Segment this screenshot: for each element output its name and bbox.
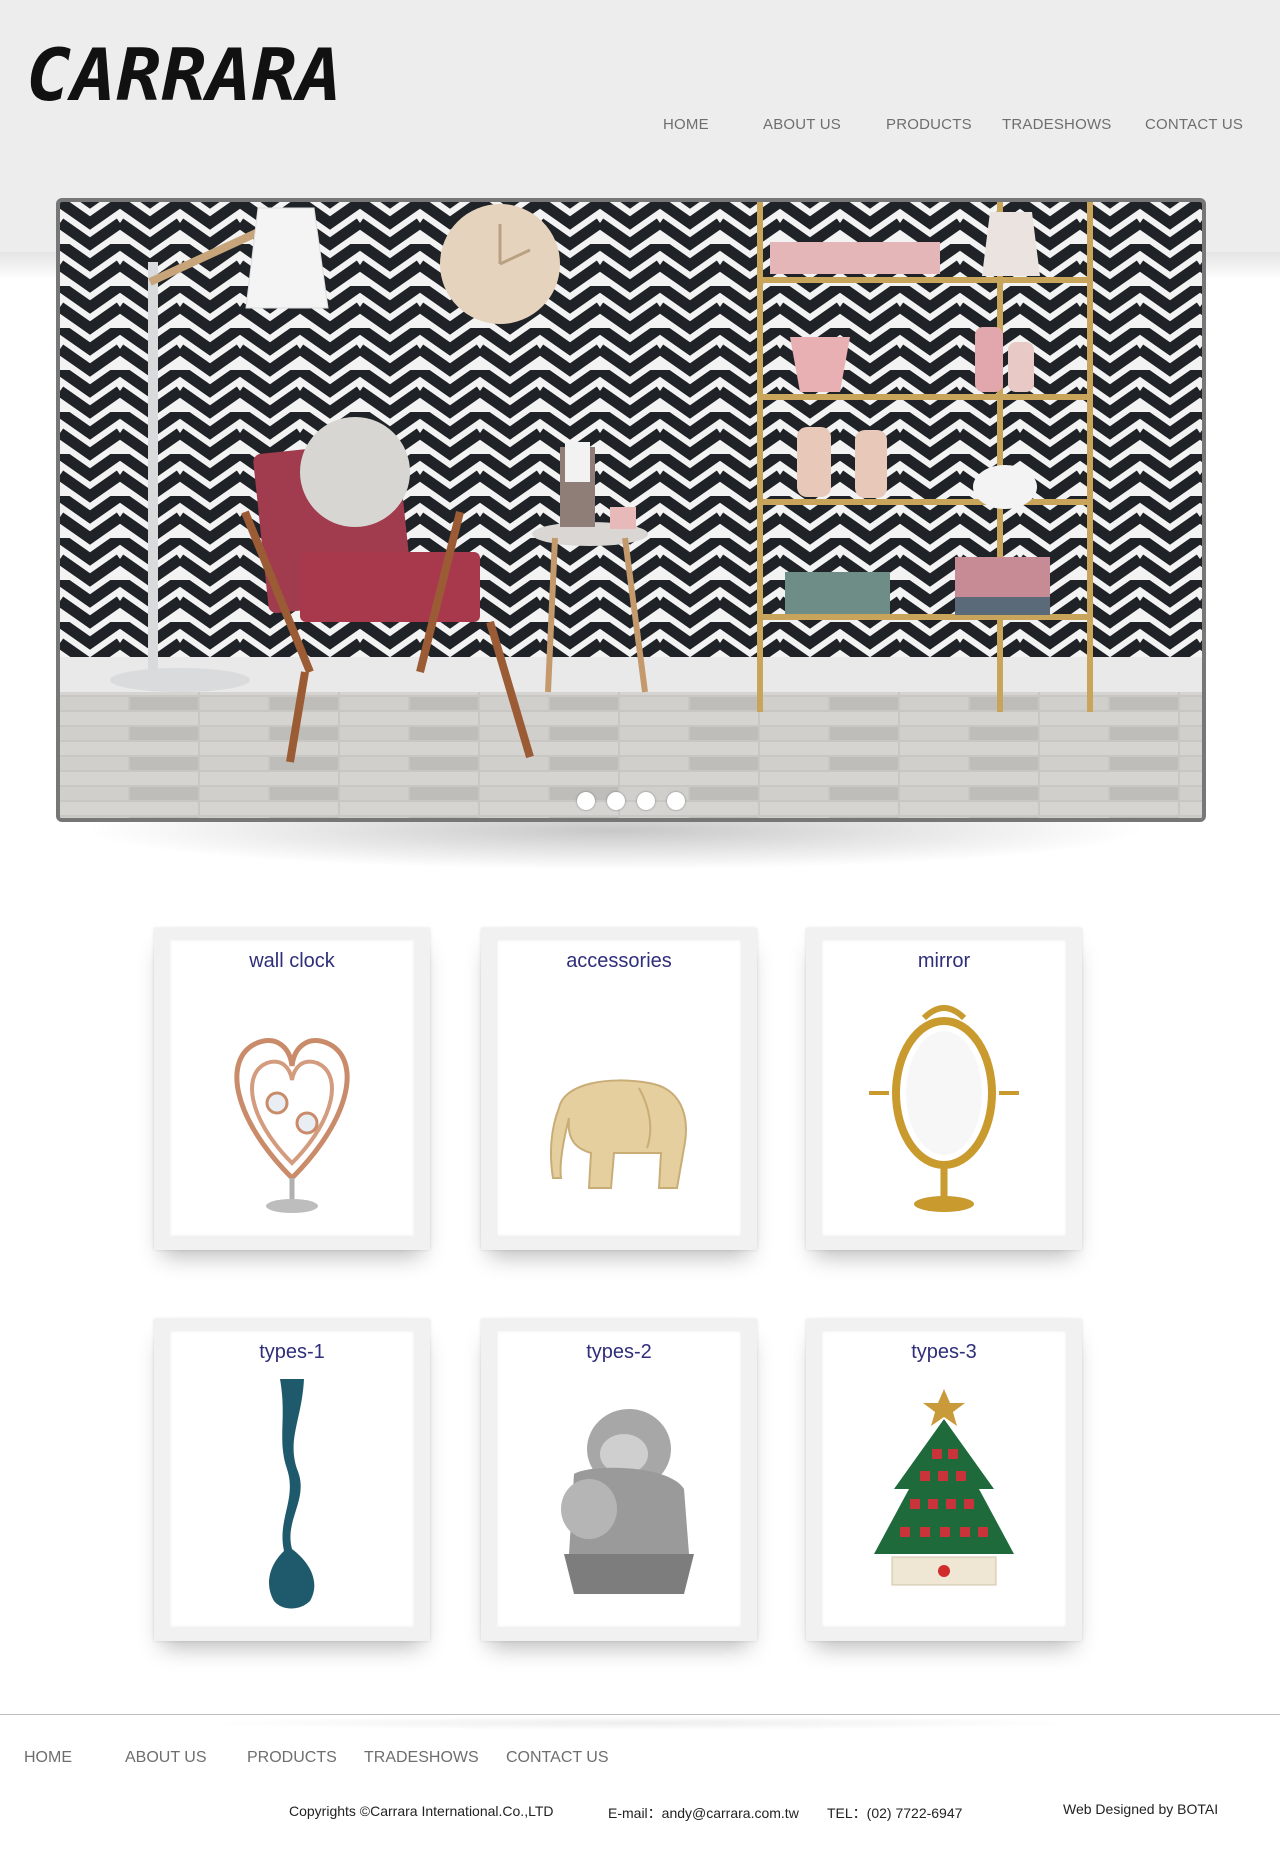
- nav-about-us[interactable]: ABOUT US: [763, 116, 841, 133]
- card-title: wall clock: [249, 950, 335, 972]
- footer-divider: [0, 1714, 1280, 1715]
- hero-image: [60, 202, 1202, 818]
- slider-dot-2[interactable]: [607, 792, 625, 810]
- footer-nav-about-us[interactable]: ABOUT US: [125, 1749, 207, 1767]
- gold-mirror-icon: [869, 1005, 1019, 1212]
- copyright-text: Copyrights ©Carrara International.Co.,LT…: [289, 1803, 554, 1819]
- card-title: types-1: [259, 1341, 325, 1363]
- footer-nav-products[interactable]: PRODUCTS: [247, 1749, 337, 1767]
- product-card-types-3[interactable]: types-3: [806, 1319, 1082, 1641]
- card-title: accessories: [566, 950, 672, 972]
- card-frame: types-1: [170, 1331, 414, 1627]
- stone-lion-icon: [561, 1409, 694, 1594]
- card-frame: types-2: [497, 1331, 741, 1627]
- product-card-types-1[interactable]: types-1: [154, 1319, 430, 1641]
- product-card-types-2[interactable]: types-2: [481, 1319, 757, 1641]
- slider-dots: [60, 792, 1202, 815]
- card-frame: wall clock: [170, 940, 414, 1236]
- card-title: types-2: [586, 1341, 652, 1363]
- nav-home[interactable]: HOME: [663, 116, 709, 133]
- slider-dot-3[interactable]: [637, 792, 655, 810]
- footer-nav-tradeshows[interactable]: TRADESHOWS: [364, 1749, 479, 1767]
- product-card-accessories[interactable]: accessories: [481, 928, 757, 1250]
- hero-slider[interactable]: [56, 198, 1206, 822]
- card-frame: mirror: [822, 940, 1066, 1236]
- product-card-wall-clock[interactable]: wall clock: [154, 928, 430, 1250]
- heart-ornament-icon: [234, 1038, 350, 1213]
- top-nav: HOME ABOUT US PRODUCTS TRADESHOWS CONTAC…: [0, 116, 1280, 140]
- tel-text: TEL：(02) 7722-6947: [827, 1805, 963, 1821]
- nav-contact-us[interactable]: CONTACT US: [1145, 116, 1243, 133]
- nav-tradeshows[interactable]: TRADESHOWS: [1002, 116, 1112, 133]
- slider-dot-4[interactable]: [667, 792, 685, 810]
- card-title: mirror: [917, 950, 971, 972]
- footer-nav-contact-us[interactable]: CONTACT US: [506, 1749, 609, 1767]
- card-frame: accessories: [497, 940, 741, 1236]
- slider-dot-1[interactable]: [577, 792, 595, 810]
- nav-products[interactable]: PRODUCTS: [886, 116, 972, 133]
- product-card-mirror[interactable]: mirror: [806, 928, 1082, 1250]
- footer-shadow: [190, 1716, 1090, 1730]
- logo-text: CARRARA: [26, 34, 342, 114]
- christmas-tree-calendar-icon: [874, 1389, 1014, 1586]
- teal-vase-icon: [269, 1379, 315, 1609]
- card-frame: types-3: [822, 1331, 1066, 1627]
- card-title: types-3: [911, 1341, 977, 1363]
- email-text: E-mail：andy@carrara.com.tw: [608, 1805, 799, 1821]
- designer-credit[interactable]: Web Designed by BOTAI: [1063, 1801, 1218, 1817]
- wooden-elephant-icon: [550, 1079, 687, 1189]
- logo[interactable]: CARRARA: [26, 34, 346, 114]
- footer-nav-home[interactable]: HOME: [24, 1749, 72, 1767]
